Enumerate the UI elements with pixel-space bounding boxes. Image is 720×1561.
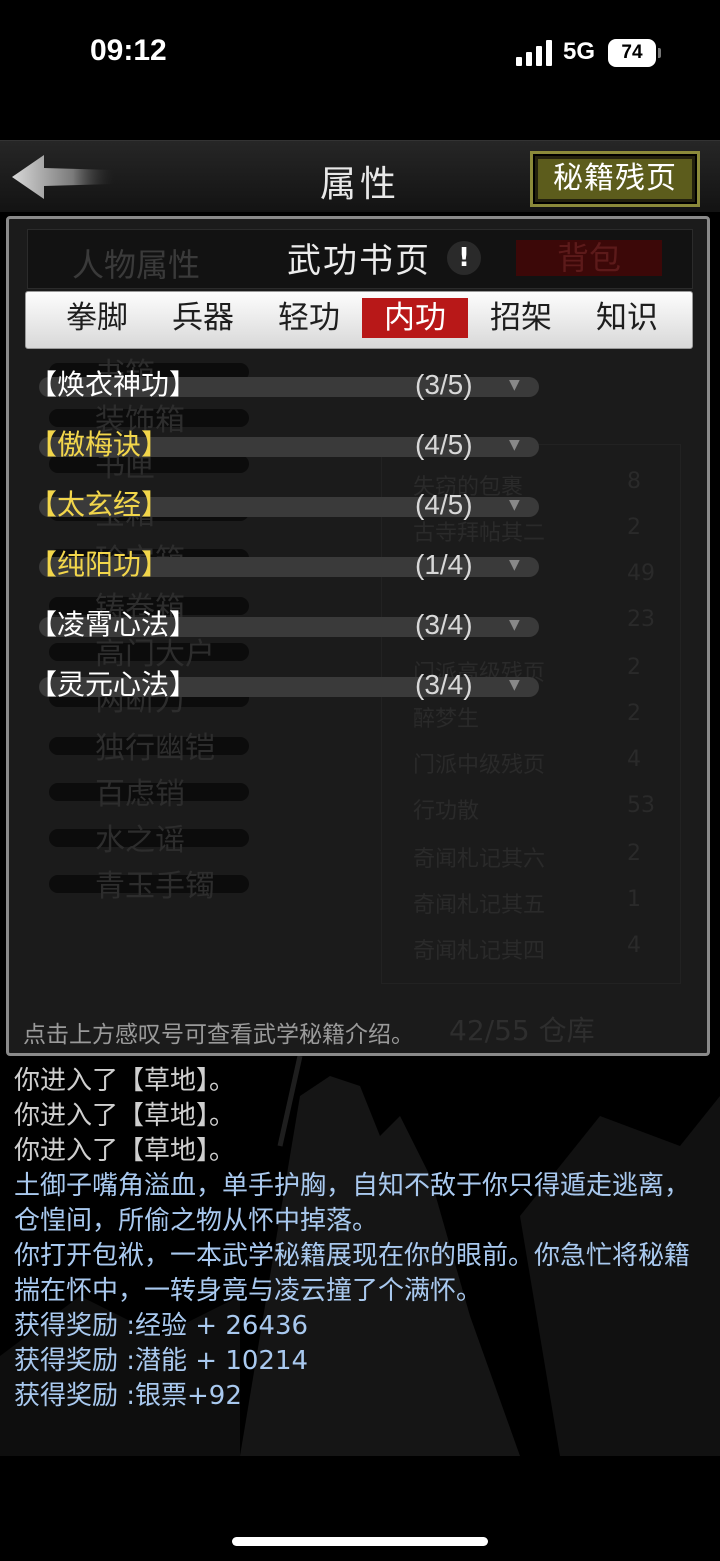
background-bag-count: 1	[627, 887, 641, 912]
tab-parry[interactable]: 招架	[468, 298, 574, 338]
background-bag-count: 2	[627, 701, 641, 726]
background-bag-count: 49	[627, 561, 655, 586]
skill-row[interactable]: 【纯阳功】 (1/4) ▼	[29, 543, 549, 587]
log-lines: 你进入了【草地】。 你进入了【草地】。 你进入了【草地】。土御子嘴角溢血，单手护胸，…	[14, 1064, 710, 1414]
background-bag-item: 奇闻札记其四	[413, 939, 546, 964]
background-item-name: 独行幽铠	[95, 731, 215, 766]
skill-progress: (3/4)	[415, 609, 473, 640]
signal-icon	[516, 40, 552, 66]
log-line: 获得奖励 :银票+92	[14, 1381, 242, 1411]
background-bag-item: 奇闻札记其六	[413, 847, 546, 872]
skill-name: 【灵元心法】	[29, 668, 198, 701]
background-item-name: 青玉手镯	[95, 869, 215, 904]
background-bag-item: 门派中级残页	[413, 753, 546, 778]
storage-label: 42/55 仓库	[449, 1014, 595, 1047]
tab-fist-kick[interactable]: 拳脚	[44, 298, 150, 338]
skill-row[interactable]: 【凌霄心法】 (3/4) ▼	[29, 603, 549, 647]
background-bag-count: 8	[627, 469, 641, 494]
tab-weapons[interactable]: 兵器	[150, 298, 256, 338]
background-bag-count: 2	[627, 841, 641, 866]
message-log: 你进入了【草地】。 你进入了【草地】。 你进入了【草地】。土御子嘴角溢血，单手护胸，…	[0, 1056, 720, 1561]
background-bag-item: 行功散	[413, 799, 480, 824]
network-label: 5G	[563, 38, 596, 65]
skill-name: 【太玄经】	[29, 488, 170, 521]
skill-progress: (3/4)	[415, 669, 473, 700]
skill-row[interactable]: 【太玄经】 (4/5) ▼	[29, 483, 549, 527]
background-bag-count: 4	[627, 933, 641, 958]
status-bar: 09:12 5G 74	[0, 0, 720, 110]
background-bag-count: 2	[627, 655, 641, 680]
skill-progress: (3/5)	[415, 369, 473, 400]
background-bag-count: 2	[627, 515, 641, 540]
manual-pages-label: 秘籍残页	[538, 159, 692, 199]
skill-row[interactable]: 【焕衣神功】 (3/5) ▼	[29, 363, 549, 407]
log-line: 你进入了【草地】。	[14, 1066, 236, 1096]
tab-knowledge[interactable]: 知识	[574, 298, 680, 338]
chevron-down-icon[interactable]: ▼	[509, 497, 520, 513]
background-bag-count: 4	[627, 747, 641, 772]
log-line: 你打开包袱，一本武学秘籍展现在你的眼前。你急忙将秘籍揣在怀中，一转身竟与凌云撞了…	[14, 1241, 691, 1306]
category-tabs: 拳脚 兵器 轻功 内功 招架 知识	[25, 291, 693, 349]
skill-progress: (1/4)	[415, 549, 473, 580]
main-panel: 人物属性 背包 书箱装饰箱书匣宝箱珍宝箱铸卷箱高门大户两断刀独行幽铠百虑销水之谣…	[6, 216, 710, 1056]
chevron-down-icon[interactable]: ▼	[509, 677, 520, 693]
chevron-down-icon[interactable]: ▼	[509, 437, 520, 453]
skill-progress: (4/5)	[415, 489, 473, 520]
background-item-name: 百虑销	[95, 777, 185, 812]
background-item-name: 水之谣	[95, 823, 185, 858]
battery-tip	[658, 48, 661, 58]
skill-progress: (4/5)	[415, 429, 473, 460]
tab-inner-power[interactable]: 内功	[362, 298, 468, 338]
skill-name: 【凌霄心法】	[29, 608, 198, 641]
skill-name: 【焕衣神功】	[29, 368, 198, 401]
tab-lightness[interactable]: 轻功	[256, 298, 362, 338]
log-line: 你进入了【草地】。	[14, 1101, 236, 1131]
home-indicator[interactable]	[232, 1537, 488, 1546]
log-line: 土御子嘴角溢血，单手护胸，自知不敌于你只得遁走逃离，仓惶间，所偷之物从怀中掉落。	[14, 1171, 691, 1236]
chevron-down-icon[interactable]: ▼	[509, 557, 520, 573]
manual-pages-button[interactable]: 秘籍残页	[530, 151, 700, 207]
skill-row[interactable]: 【傲梅诀】 (4/5) ▼	[29, 423, 549, 467]
chevron-down-icon[interactable]: ▼	[509, 377, 520, 393]
log-line: 你进入了【草地】。	[14, 1136, 236, 1166]
log-line: 获得奖励 :经验 + 26436	[14, 1311, 309, 1341]
skill-name: 【纯阳功】	[29, 548, 170, 581]
skill-row[interactable]: 【灵元心法】 (3/4) ▼	[29, 663, 549, 707]
hint-text: 点击上方感叹号可查看武学秘籍介绍。	[23, 1022, 414, 1048]
chevron-down-icon[interactable]: ▼	[509, 617, 520, 633]
overlay-title: 武功书页	[287, 241, 431, 281]
info-exclamation-button[interactable]: !	[447, 241, 481, 275]
skill-name: 【傲梅诀】	[29, 428, 170, 461]
background-bag-item: 奇闻札记其五	[413, 893, 546, 918]
header-bar: 属性 秘籍残页	[0, 140, 720, 212]
battery-icon: 74	[608, 39, 656, 67]
status-time: 09:12	[90, 34, 167, 67]
background-bag-count: 53	[627, 793, 655, 818]
background-bag-count: 23	[627, 607, 655, 632]
log-line: 获得奖励 :潜能 + 10214	[14, 1346, 309, 1376]
